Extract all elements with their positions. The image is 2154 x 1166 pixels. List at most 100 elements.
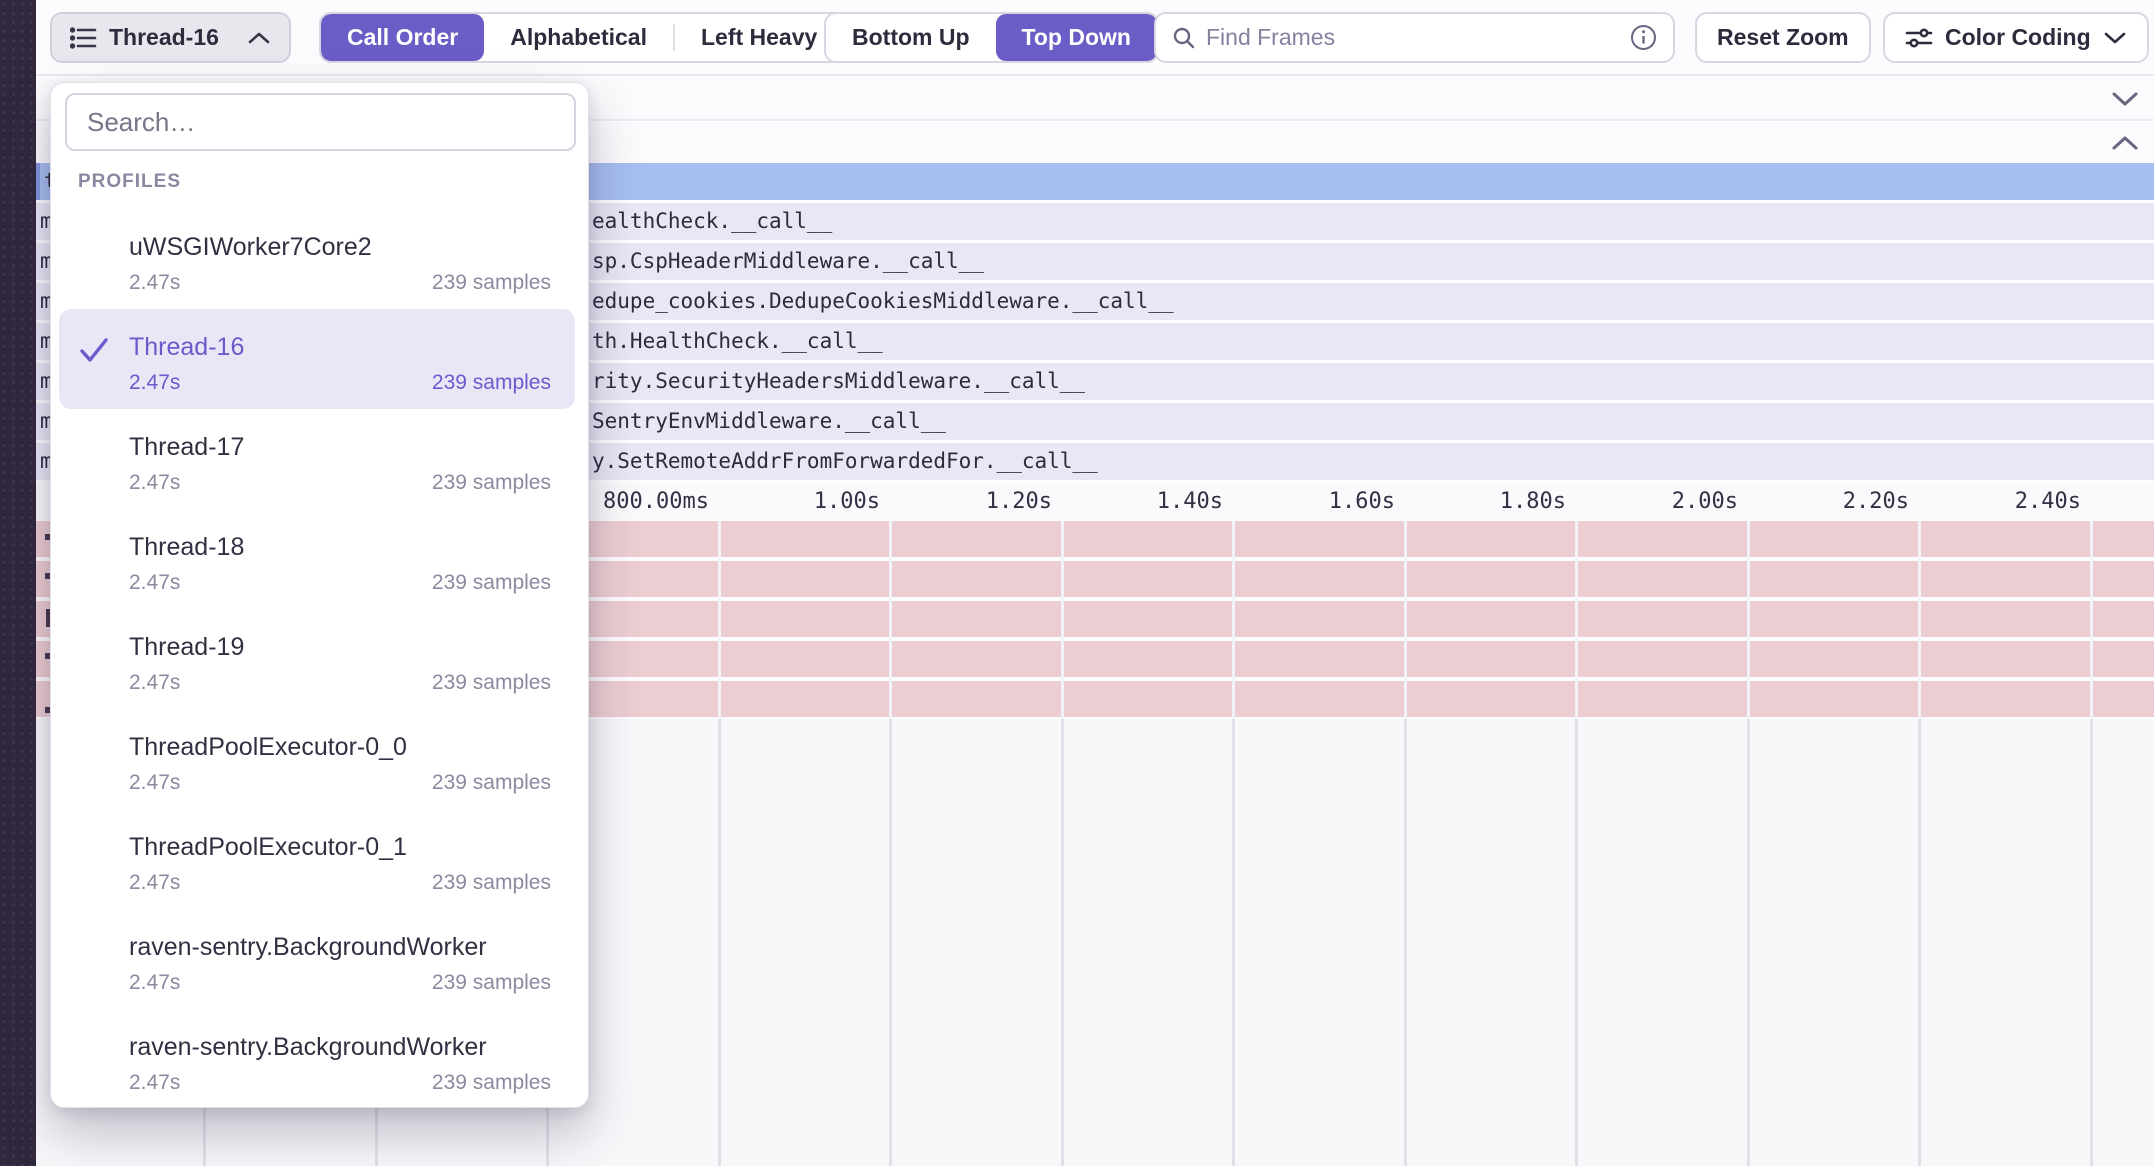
- gridline: [718, 719, 721, 1166]
- profile-samples: 239 samples: [432, 971, 551, 995]
- profiles-section-label: PROFILES: [78, 171, 181, 193]
- frame-label: th.HealthCheck.__call__: [592, 329, 883, 353]
- frame-label: y.SetRemoteAddrFromForwardedFor.__call__: [592, 449, 1098, 473]
- axis-tick-label: 2.00s: [1588, 489, 1738, 514]
- profile-samples: 239 samples: [432, 271, 551, 295]
- sort-option-left-heavy[interactable]: Left Heavy: [675, 14, 843, 61]
- color-coding-button[interactable]: Color Coding: [1883, 12, 2149, 63]
- profile-option-thread-17[interactable]: Thread-17 2.47s 239 samples: [59, 409, 575, 509]
- gridline: [1061, 521, 1064, 719]
- find-frames-searchbox[interactable]: [1154, 12, 1675, 63]
- axis-tick-label: 1.80s: [1416, 489, 1566, 514]
- profile-name: Thread-18: [129, 533, 244, 562]
- profile-name: ThreadPoolExecutor-0_0: [129, 733, 407, 762]
- axis-tick-label: 1.40s: [1073, 489, 1223, 514]
- sliders-icon: [1905, 26, 1933, 50]
- direction-segmented-control: Bottom Up Top Down: [824, 12, 1159, 63]
- profile-name: Thread-17: [129, 433, 244, 462]
- profile-option-thread-16[interactable]: Thread-16 2.47s 239 samples: [59, 309, 575, 409]
- gridline: [889, 521, 892, 719]
- profile-duration: 2.47s: [129, 1071, 180, 1095]
- frame-label: sp.CspHeaderMiddleware.__call__: [592, 249, 984, 273]
- profile-duration: 2.47s: [129, 771, 180, 795]
- direction-option-bottom-up[interactable]: Bottom Up: [826, 14, 996, 61]
- direction-option-top-down[interactable]: Top Down: [996, 14, 1157, 61]
- thread-selector-label: Thread-16: [109, 24, 219, 51]
- sort-option-call-order[interactable]: Call Order: [321, 14, 484, 61]
- left-nav-strip: [0, 0, 36, 1166]
- gridline: [1232, 719, 1235, 1166]
- gridline: [1575, 719, 1578, 1166]
- profile-name: Thread-19: [129, 633, 244, 662]
- thread-list-icon: [70, 26, 97, 50]
- axis-tick-label: 1.60s: [1245, 489, 1395, 514]
- axis-tick-label: 1.20s: [902, 489, 1052, 514]
- gridline: [1061, 719, 1064, 1166]
- dropdown-search-field[interactable]: [65, 93, 576, 151]
- gridline: [1404, 719, 1407, 1166]
- profile-option-uwsgiworker7core2[interactable]: uWSGIWorker7Core2 2.47s 239 samples: [59, 209, 575, 309]
- profile-samples: 239 samples: [432, 571, 551, 595]
- profile-name: uWSGIWorker7Core2: [129, 233, 372, 262]
- profile-option-threadpoolexecutor-0-0[interactable]: ThreadPoolExecutor-0_0 2.47s 239 samples: [59, 709, 575, 809]
- gridline: [1232, 521, 1235, 719]
- profile-samples: 239 samples: [432, 871, 551, 895]
- profile-option-thread-18[interactable]: Thread-18 2.47s 239 samples: [59, 509, 575, 609]
- chevron-down-icon[interactable]: [2110, 90, 2140, 108]
- thread-selector-button[interactable]: Thread-16: [50, 12, 291, 63]
- gridline: [1404, 521, 1407, 719]
- profile-samples: 239 samples: [432, 371, 551, 395]
- gridline: [1747, 719, 1750, 1166]
- profile-duration: 2.47s: [129, 671, 180, 695]
- reset-zoom-button[interactable]: Reset Zoom: [1695, 12, 1871, 63]
- profile-duration: 2.47s: [129, 971, 180, 995]
- gridline: [1747, 521, 1750, 719]
- checkmark-icon: [77, 335, 111, 365]
- axis-tick-label: 2.20s: [1759, 489, 1909, 514]
- frame-label: SentryEnvMiddleware.__call__: [592, 409, 946, 433]
- profile-duration: 2.47s: [129, 271, 180, 295]
- profile-option-raven-sentry-backgroundworker-2[interactable]: raven-sentry.BackgroundWorker 2.47s 239 …: [59, 1009, 575, 1109]
- frame-label: edupe_cookies.DedupeCookiesMiddleware.__…: [592, 289, 1174, 313]
- dropdown-search-input[interactable]: [87, 107, 554, 138]
- profile-name: raven-sentry.BackgroundWorker: [129, 1033, 487, 1062]
- gridline: [1575, 521, 1578, 719]
- profile-samples: 239 samples: [432, 771, 551, 795]
- profile-samples: 239 samples: [432, 471, 551, 495]
- profile-option-raven-sentry-backgroundworker-1[interactable]: raven-sentry.BackgroundWorker 2.47s 239 …: [59, 909, 575, 1009]
- frame-label: rity.SecurityHeadersMiddleware.__call__: [592, 369, 1085, 393]
- gridline: [1918, 521, 1921, 719]
- find-frames-input[interactable]: [1206, 24, 1620, 51]
- gridline: [2090, 521, 2093, 719]
- chevron-up-icon: [247, 31, 271, 45]
- profile-name: ThreadPoolExecutor-0_1: [129, 833, 407, 862]
- sort-order-segmented-control: Call Order Alphabetical Left Heavy: [319, 12, 845, 63]
- reset-zoom-label: Reset Zoom: [1717, 24, 1849, 51]
- chevron-down-icon: [2103, 31, 2127, 45]
- frame-label: ealthCheck.__call__: [592, 209, 832, 233]
- gridline: [889, 719, 892, 1166]
- profile-duration: 2.47s: [129, 371, 180, 395]
- axis-tick-label: 1.00s: [730, 489, 880, 514]
- profile-name: raven-sentry.BackgroundWorker: [129, 933, 487, 962]
- search-icon: [1172, 26, 1196, 50]
- profile-samples: 239 samples: [432, 671, 551, 695]
- axis-tick-label: 2.40s: [1931, 489, 2081, 514]
- sort-option-alphabetical[interactable]: Alphabetical: [484, 14, 673, 61]
- gridline: [1918, 719, 1921, 1166]
- info-icon[interactable]: [1630, 24, 1657, 51]
- gridline: [2090, 719, 2093, 1166]
- color-coding-label: Color Coding: [1945, 24, 2091, 51]
- profile-duration: 2.47s: [129, 571, 180, 595]
- profile-option-thread-19[interactable]: Thread-19 2.47s 239 samples: [59, 609, 575, 709]
- profile-name: Thread-16: [129, 333, 244, 362]
- profile-option-threadpoolexecutor-0-1[interactable]: ThreadPoolExecutor-0_1 2.47s 239 samples: [59, 809, 575, 909]
- profile-samples: 239 samples: [432, 1071, 551, 1095]
- profiler-app: Thread-16 Call Order Alphabetical Left H…: [0, 0, 2154, 1166]
- profiles-list: uWSGIWorker7Core2 2.47s 239 samples Thre…: [51, 209, 590, 1109]
- chevron-up-icon[interactable]: [2110, 134, 2140, 152]
- profile-duration: 2.47s: [129, 471, 180, 495]
- gridline: [718, 521, 721, 719]
- flamegraph-toolbar: Thread-16 Call Order Alphabetical Left H…: [36, 0, 2154, 76]
- profile-duration: 2.47s: [129, 871, 180, 895]
